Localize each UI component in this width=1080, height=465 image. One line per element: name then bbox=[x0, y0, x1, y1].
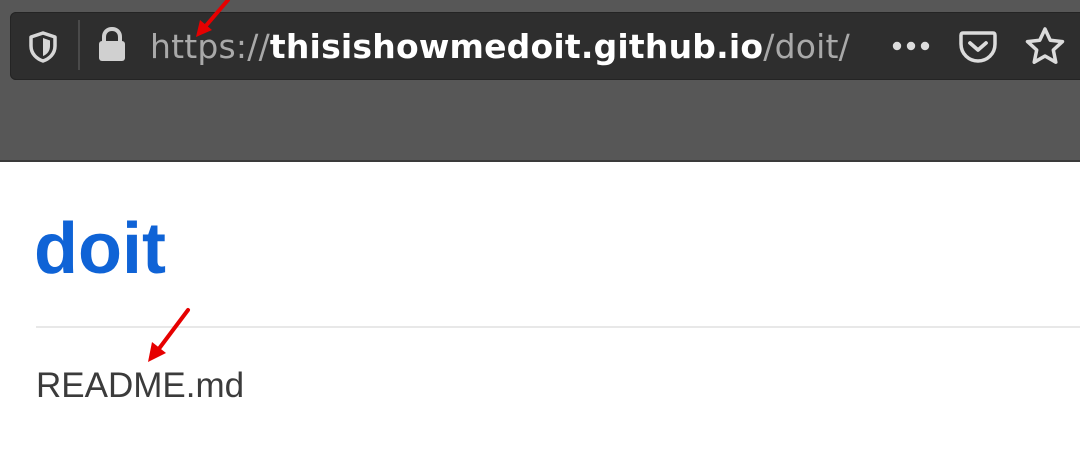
urlbar-separator bbox=[78, 20, 80, 70]
readme-link[interactable]: README.md bbox=[36, 364, 244, 408]
url-path: /doit/ bbox=[763, 27, 850, 66]
shield-icon[interactable] bbox=[26, 30, 60, 64]
url-host: thisishowmedoit.github.io bbox=[269, 27, 764, 66]
url-text[interactable]: https://thisishowmedoit.github.io/doit/ bbox=[150, 24, 850, 70]
star-icon[interactable] bbox=[1024, 26, 1066, 66]
browser-toolbar: https://thisishowmedoit.github.io/doit/ bbox=[0, 0, 1080, 162]
url-scheme: https:// bbox=[150, 27, 270, 66]
lock-icon[interactable] bbox=[95, 26, 129, 64]
page-content: doit README.md bbox=[0, 164, 1080, 465]
page-title[interactable]: doit bbox=[34, 204, 166, 294]
more-icon[interactable] bbox=[890, 33, 932, 59]
pocket-icon[interactable] bbox=[958, 27, 998, 65]
divider bbox=[36, 326, 1080, 328]
